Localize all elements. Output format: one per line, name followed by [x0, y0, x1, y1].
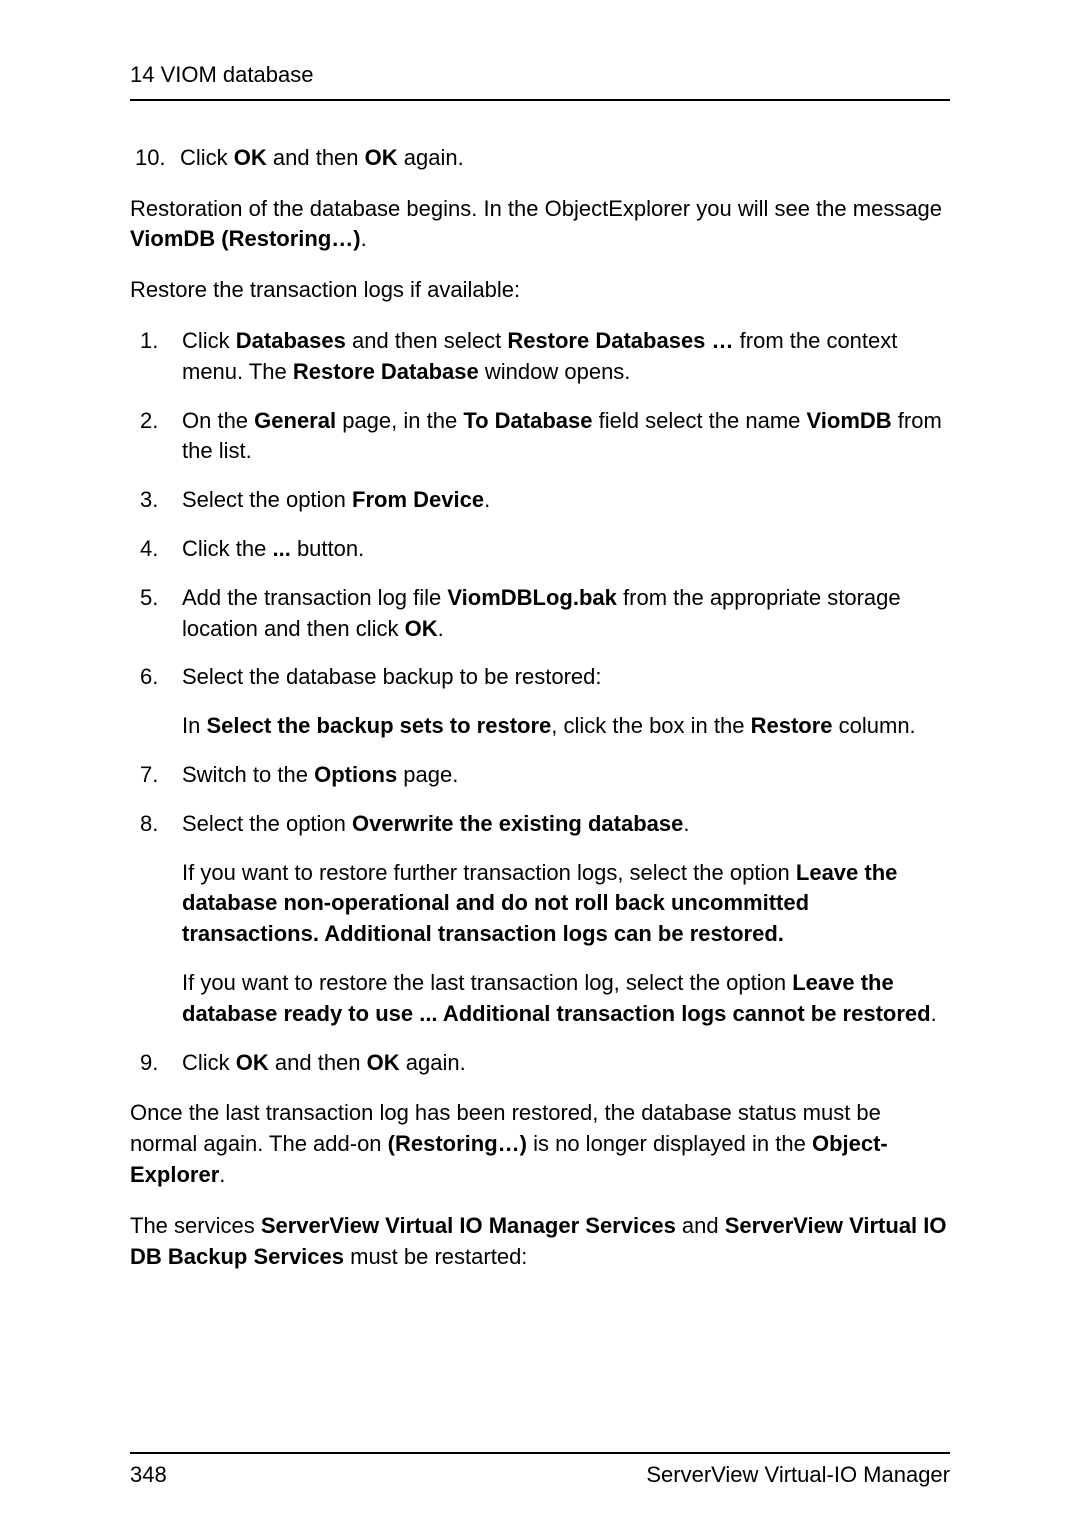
paragraph-once-last: Once the last transaction log has been r…	[130, 1098, 950, 1190]
item-number: 3.	[140, 485, 182, 516]
step-text: Click OK and then OK again.	[180, 143, 464, 174]
product-name: ServerView Virtual-IO Manager	[646, 1460, 950, 1491]
step-10: 10. Click OK and then OK again.	[135, 143, 950, 174]
item-number: 5.	[140, 583, 182, 645]
item-content: Select the database backup to be restore…	[182, 662, 950, 742]
item-number: 1.	[140, 326, 182, 388]
sub-paragraph: In Select the backup sets to restore, cl…	[182, 711, 950, 742]
paragraph-restoration: Restoration of the database begins. In t…	[130, 194, 950, 256]
item-content: Click Databases and then select Restore …	[182, 326, 950, 388]
list-item: 1. Click Databases and then select Resto…	[140, 326, 950, 388]
page-footer: 348 ServerView Virtual-IO Manager	[130, 1452, 950, 1491]
item-number: 2.	[140, 406, 182, 468]
page-number: 348	[130, 1460, 167, 1491]
list-item: 4. Click the ... button.	[140, 534, 950, 565]
header-rule	[130, 99, 950, 101]
list-item: 5. Add the transaction log file ViomDBLo…	[140, 583, 950, 645]
page-header: 14 VIOM database	[130, 60, 950, 91]
sub-paragraph: If you want to restore further transacti…	[182, 858, 950, 950]
item-content: Click OK and then OK again.	[182, 1048, 950, 1079]
list-item: 6. Select the database backup to be rest…	[140, 662, 950, 742]
item-content: Add the transaction log file ViomDBLog.b…	[182, 583, 950, 645]
item-number: 8.	[140, 809, 182, 1030]
item-content: On the General page, in the To Database …	[182, 406, 950, 468]
item-number: 9.	[140, 1048, 182, 1079]
header-title: 14 VIOM database	[130, 62, 313, 87]
list-item: 7. Switch to the Options page.	[140, 760, 950, 791]
item-content: Click the ... button.	[182, 534, 950, 565]
footer-rule	[130, 1452, 950, 1454]
list-item: 2. On the General page, in the To Databa…	[140, 406, 950, 468]
item-number: 4.	[140, 534, 182, 565]
item-content: Switch to the Options page.	[182, 760, 950, 791]
paragraph-services: The services ServerView Virtual IO Manag…	[130, 1211, 950, 1273]
sub-paragraph: If you want to restore the last transact…	[182, 968, 950, 1030]
paragraph-restore-logs: Restore the transaction logs if availabl…	[130, 275, 950, 306]
ordered-list: 1. Click Databases and then select Resto…	[130, 326, 950, 1078]
footer-row: 348 ServerView Virtual-IO Manager	[130, 1460, 950, 1491]
item-content: Select the option Overwrite the existing…	[182, 809, 950, 1030]
step-number: 10.	[135, 143, 180, 174]
list-item: 8. Select the option Overwrite the exist…	[140, 809, 950, 1030]
item-number: 6.	[140, 662, 182, 742]
item-number: 7.	[140, 760, 182, 791]
item-content: Select the option From Device.	[182, 485, 950, 516]
list-item: 3. Select the option From Device.	[140, 485, 950, 516]
list-item: 9. Click OK and then OK again.	[140, 1048, 950, 1079]
